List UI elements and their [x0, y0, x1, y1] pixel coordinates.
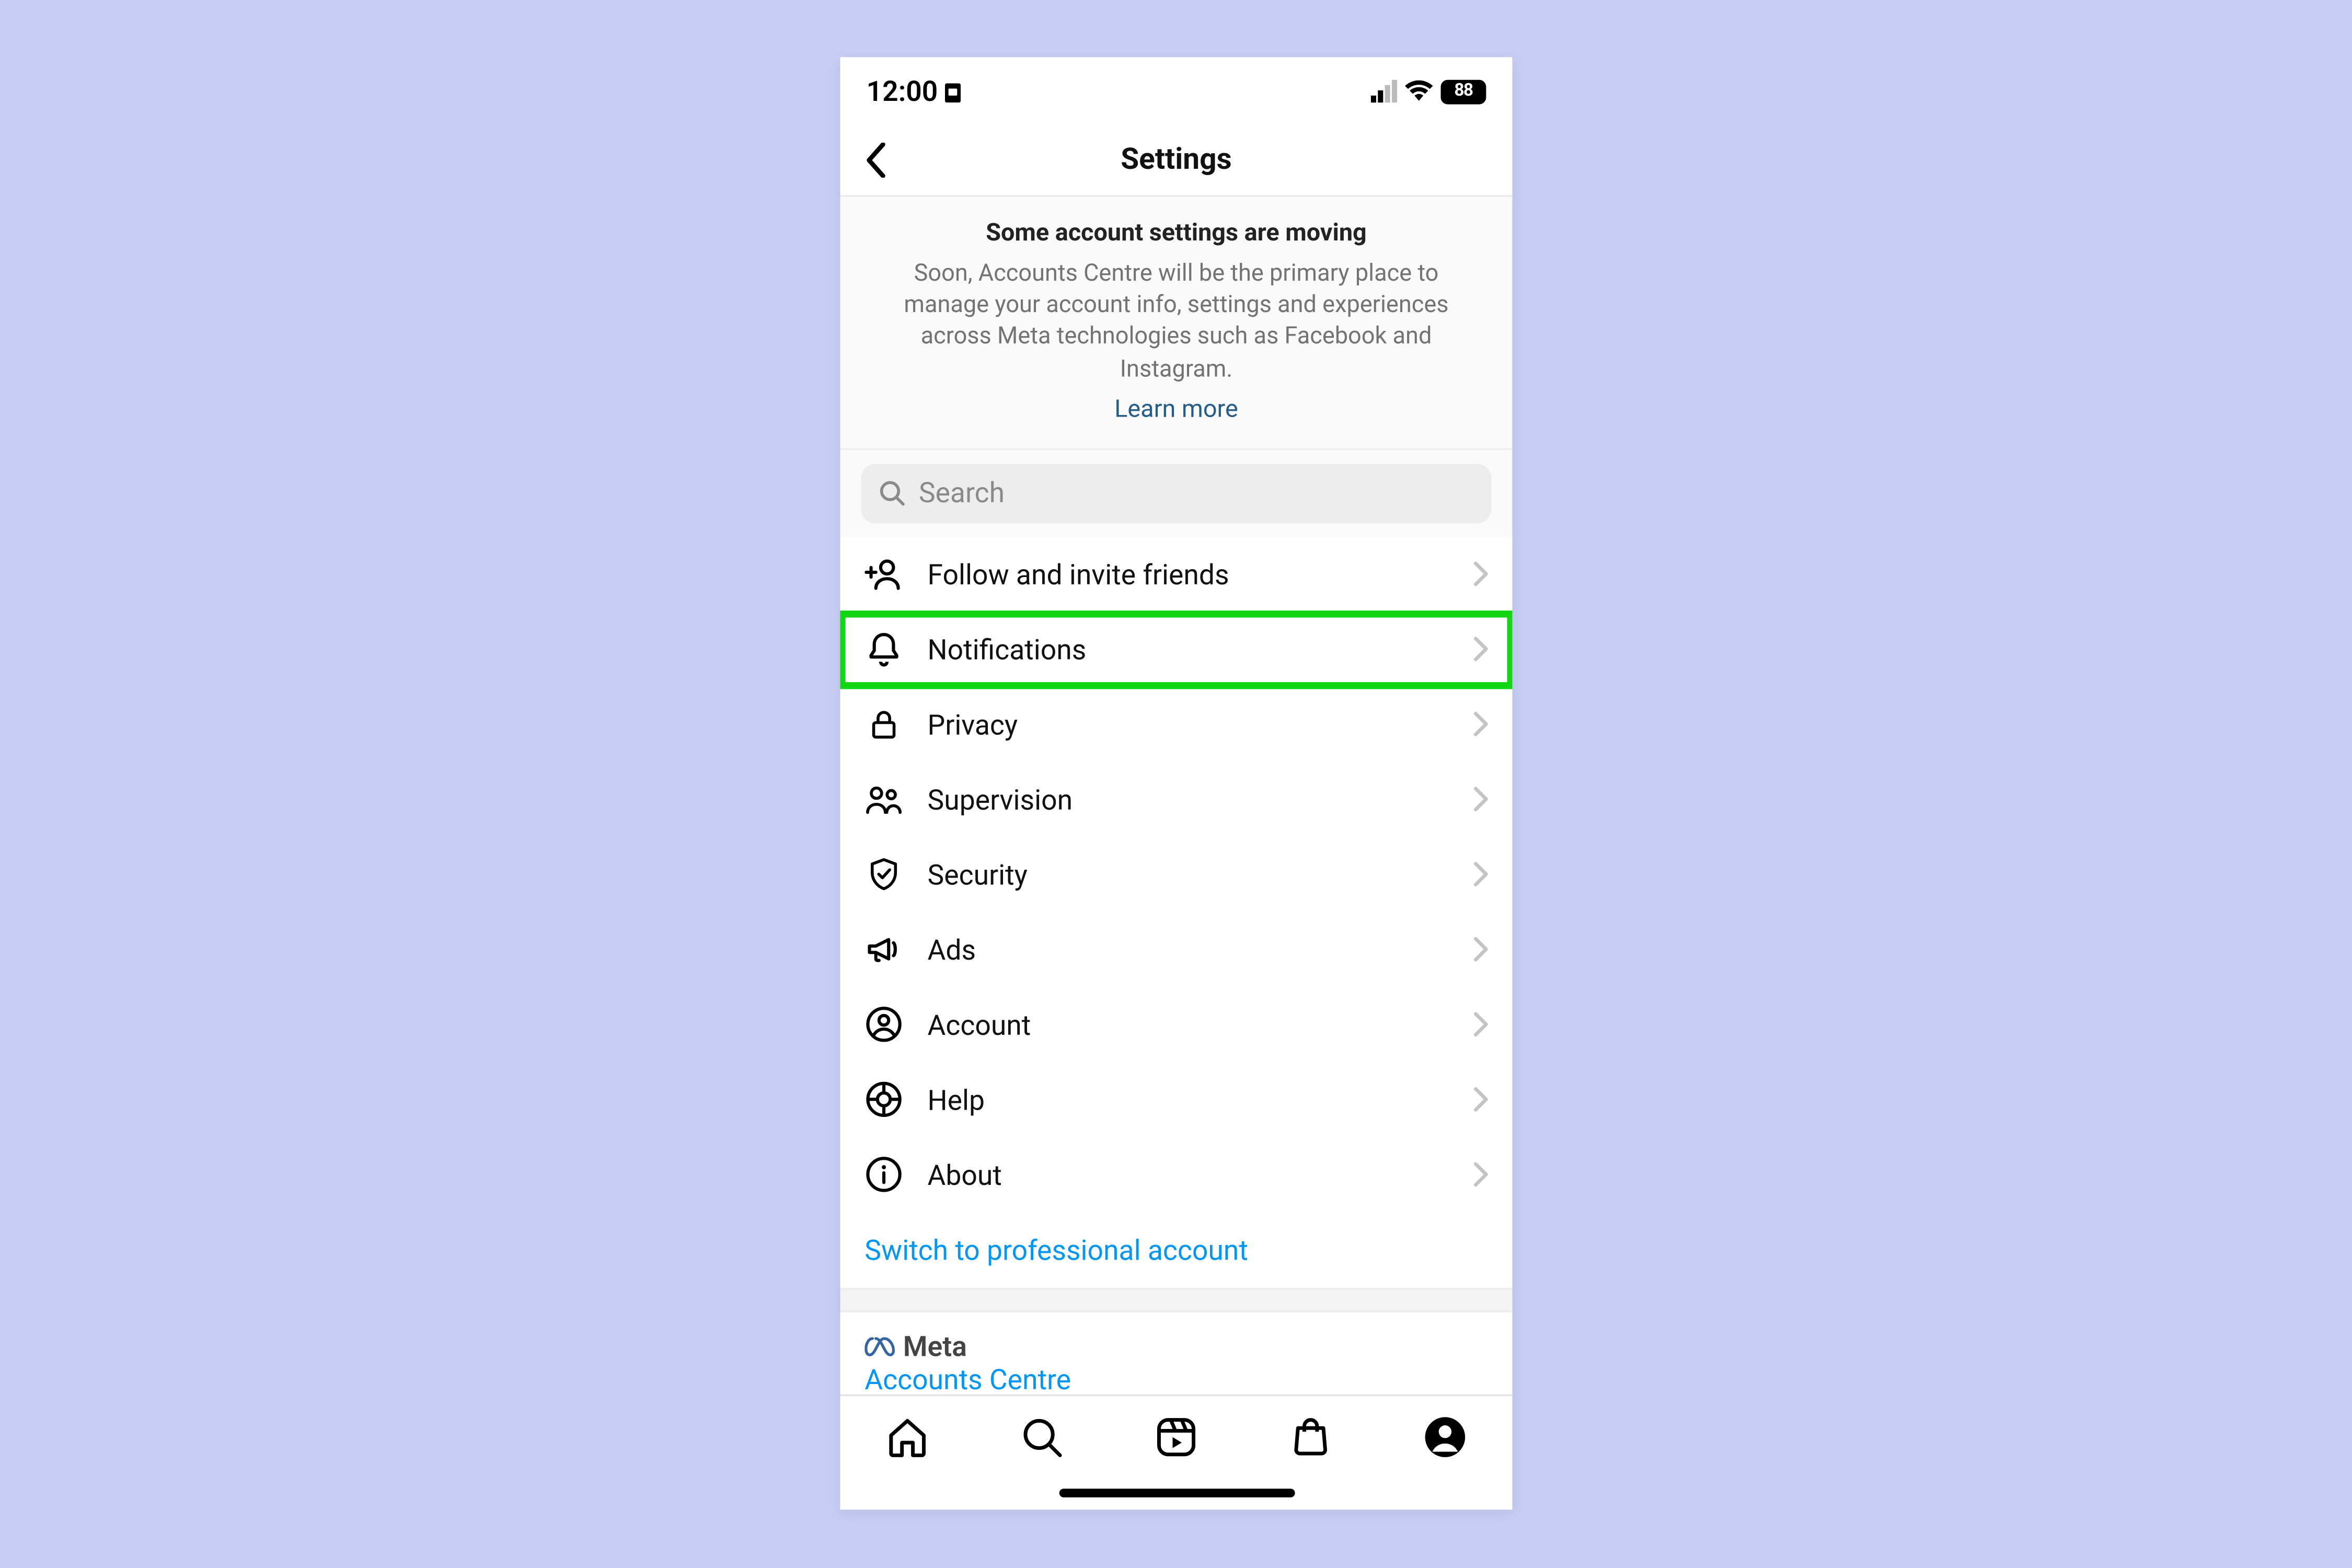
tab-profile[interactable] [1422, 1413, 1468, 1459]
tab-search[interactable] [1019, 1413, 1064, 1459]
tab-bar [840, 1394, 1512, 1509]
phone-screen: 12:00 88 Settings [840, 57, 1512, 1509]
home-indicator [1058, 1489, 1294, 1497]
page-title: Settings [840, 143, 1512, 178]
help-icon [864, 1080, 903, 1119]
battery-level: 88 [1440, 79, 1486, 103]
switch-professional-link[interactable]: Switch to professional account [840, 1213, 1512, 1288]
chevron-left-icon [863, 143, 886, 178]
meta-brand-text: Meta [903, 1329, 966, 1362]
row-label: About [927, 1158, 1449, 1191]
chevron-right-icon [1473, 787, 1488, 812]
row-account[interactable]: Account [840, 987, 1512, 1063]
sim-icon [944, 79, 964, 102]
chevron-right-icon [1473, 637, 1488, 662]
settings-list: Follow and invite friends Notifications … [840, 537, 1512, 1470]
chevron-right-icon [1473, 1162, 1488, 1187]
search-container: Search [840, 449, 1512, 537]
lock-icon [864, 705, 903, 743]
search-icon [1020, 1414, 1064, 1458]
add-user-icon [864, 555, 903, 593]
people-icon [864, 780, 903, 818]
row-label: Ads [927, 933, 1449, 966]
search-placeholder: Search [918, 477, 1004, 510]
profile-icon [1423, 1414, 1467, 1458]
row-privacy[interactable]: Privacy [840, 687, 1512, 762]
accounts-centre-link[interactable]: Accounts Centre [864, 1363, 1071, 1396]
section-divider [840, 1287, 1512, 1312]
row-label: Notifications [927, 633, 1449, 666]
chevron-right-icon [1473, 1088, 1488, 1112]
row-about[interactable]: About [840, 1137, 1512, 1213]
status-bar: 12:00 88 [840, 57, 1512, 125]
chevron-right-icon [1473, 712, 1488, 737]
status-time: 12:00 [866, 74, 938, 107]
battery-indicator: 88 [1440, 79, 1486, 103]
row-label: Account [927, 1008, 1449, 1041]
shop-icon [1288, 1414, 1332, 1458]
banner-title: Some account settings are moving [866, 220, 1486, 247]
row-label: Security [927, 858, 1449, 891]
chevron-right-icon [1473, 1012, 1488, 1037]
wifi-icon [1404, 79, 1434, 102]
row-label: Follow and invite friends [927, 558, 1449, 591]
home-icon [885, 1414, 929, 1458]
tab-home[interactable] [884, 1413, 930, 1459]
account-circle-icon [864, 1006, 903, 1044]
info-icon [864, 1156, 903, 1194]
nav-header: Settings [840, 125, 1512, 197]
tab-reels[interactable] [1154, 1413, 1199, 1459]
info-banner: Some account settings are moving Soon, A… [840, 197, 1512, 449]
row-notifications[interactable]: Notifications [840, 612, 1512, 687]
row-supervision[interactable]: Supervision [840, 762, 1512, 837]
chevron-right-icon [1473, 562, 1488, 586]
chevron-right-icon [1473, 862, 1488, 887]
row-ads[interactable]: Ads [840, 912, 1512, 987]
row-label: Help [927, 1083, 1449, 1116]
search-input[interactable]: Search [861, 464, 1491, 523]
cellular-icon [1370, 79, 1397, 102]
row-security[interactable]: Security [840, 837, 1512, 912]
banner-text: Soon, Accounts Centre will be the primar… [871, 258, 1482, 385]
chevron-right-icon [1473, 938, 1488, 962]
shield-check-icon [864, 856, 903, 894]
row-label: Privacy [927, 708, 1449, 741]
reels-icon [1154, 1414, 1198, 1458]
search-icon [879, 480, 905, 506]
learn-more-link[interactable]: Learn more [1114, 395, 1238, 423]
tab-shop[interactable] [1288, 1413, 1333, 1459]
meta-logo-icon [864, 1334, 896, 1357]
meta-brand: Meta [864, 1329, 1488, 1362]
back-button[interactable] [840, 125, 910, 195]
row-label: Supervision [927, 783, 1449, 816]
bell-icon [864, 630, 903, 668]
megaphone-icon [864, 930, 903, 969]
row-help[interactable]: Help [840, 1062, 1512, 1137]
row-follow-invite[interactable]: Follow and invite friends [840, 537, 1512, 612]
